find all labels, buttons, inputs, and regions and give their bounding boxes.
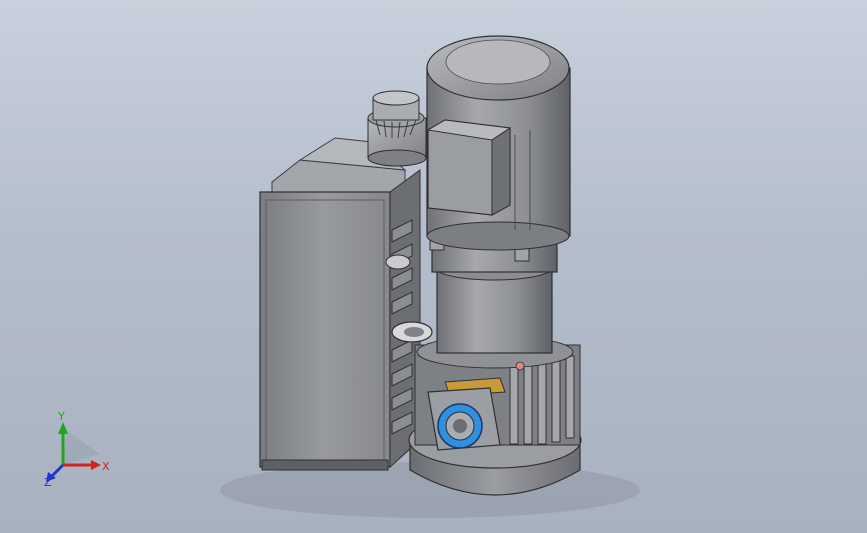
y-axis-arrow [58,422,68,434]
x-axis-arrow [91,460,101,470]
3d-viewport[interactable]: Y X Z [0,0,867,533]
gearbox-base [408,335,582,496]
z-axis-line [50,463,65,478]
coordinate-triad: Y X Z [44,410,110,489]
y-axis-label: Y [57,410,65,423]
pump-housing [259,137,433,471]
terminal-box [426,119,512,216]
bolt-pink-3 [515,361,525,371]
filler-cap [367,90,427,167]
x-axis-label: X [102,460,110,473]
motor-body [426,35,571,251]
lifting-eye-upper [385,254,411,270]
pump-motor-model[interactable] [0,0,867,533]
z-axis-label: Z [44,476,52,489]
